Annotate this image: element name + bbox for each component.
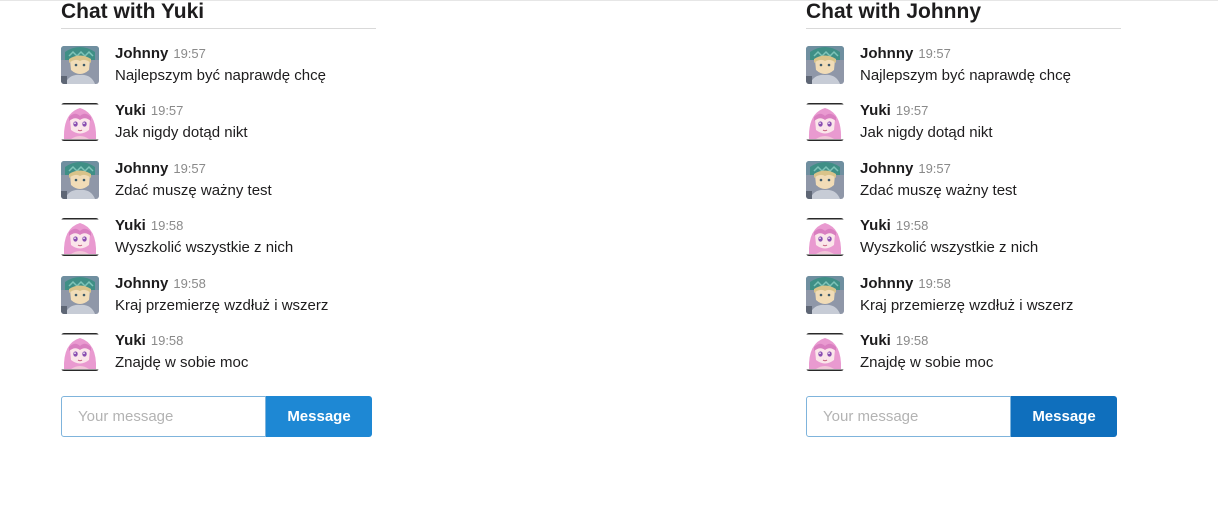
message-item: Yuki 19:58 Znajdę w sobie moc: [61, 332, 376, 389]
message-text: Znajdę w sobie moc: [860, 353, 994, 371]
message-item: Johnny 19:57 Najlepszym być naprawdę chcę: [806, 45, 1121, 102]
johnny-avatar-icon: [61, 160, 99, 199]
message-time: 19:57: [173, 46, 206, 61]
johnny-avatar-icon: [61, 275, 99, 314]
message-time: 19:58: [895, 332, 929, 348]
message-author: Johnny: [115, 274, 169, 292]
message-author: Johnny: [860, 45, 914, 62]
message-text: Najlepszym być naprawdę chcę: [115, 67, 326, 84]
message-text: Kraj przemierzę wzdłuż i wszerz: [115, 296, 329, 314]
message-author: Johnny: [115, 45, 169, 62]
message-text: Znajdę w sobie moc: [115, 353, 249, 371]
message-author: Yuki: [115, 331, 146, 349]
johnny-avatar-icon: [806, 160, 844, 199]
message-time: 19:58: [895, 218, 929, 234]
message-time: 19:58: [918, 275, 951, 291]
message-text: Jak nigdy dotąd nikt: [115, 124, 248, 142]
message-text: Jak nigdy dotąd nikt: [860, 124, 993, 142]
message-item: Yuki 19:58 Wyszkolić wszystkie z nich: [806, 217, 1121, 274]
message-time: 19:58: [150, 218, 184, 234]
message-item: Yuki 19:57 Jak nigdy dotąd nikt: [806, 102, 1121, 159]
message-item: Yuki 19:57 Jak nigdy dotąd nikt: [61, 102, 376, 159]
chat-title: Chat with Yuki: [61, 0, 376, 29]
message-time: 19:58: [150, 332, 184, 348]
message-author: Yuki: [860, 217, 891, 235]
yuki-avatar-icon: [806, 332, 844, 371]
chat-panel-yuki: Chat with Yuki Johnny 19:57 Najlepszym by…: [61, 0, 376, 437]
message-list: Johnny 19:57 Najlepszym być naprawdę chcę…: [61, 45, 376, 389]
message-list: Johnny 19:57 Najlepszym być naprawdę chcę…: [806, 45, 1121, 389]
message-item: Yuki 19:58 Znajdę w sobie moc: [806, 332, 1121, 389]
message-composer: Message: [61, 396, 381, 437]
message-author: Yuki: [860, 331, 891, 349]
yuki-avatar-icon: [61, 103, 99, 142]
johnny-avatar-icon: [806, 275, 844, 314]
message-text: Wyszkolić wszystkie z nich: [115, 239, 294, 257]
johnny-avatar-icon: [61, 46, 99, 84]
message-author: Johnny: [860, 274, 914, 292]
message-text: Zdać muszę ważny test: [115, 181, 272, 199]
message-time: 19:57: [150, 103, 184, 119]
message-item: Johnny 19:57 Zdać muszę ważny test: [806, 160, 1121, 217]
message-time: 19:57: [918, 160, 951, 176]
message-input[interactable]: [61, 396, 266, 437]
message-time: 19:57: [918, 46, 951, 61]
yuki-avatar-icon: [806, 103, 844, 142]
message-time: 19:58: [173, 275, 206, 291]
message-time: 19:57: [895, 103, 929, 119]
message-author: Yuki: [115, 102, 146, 120]
message-text: Wyszkolić wszystkie z nich: [860, 239, 1039, 257]
johnny-avatar-icon: [806, 46, 844, 84]
message-author: Yuki: [115, 217, 146, 235]
send-message-button[interactable]: Message: [266, 396, 372, 437]
chat-title: Chat with Johnny: [806, 0, 1121, 29]
message-author: Johnny: [860, 159, 914, 177]
message-item: Johnny 19:57 Zdać muszę ważny test: [61, 160, 376, 217]
message-item: Johnny 19:57 Najlepszym być naprawdę chcę: [61, 45, 376, 102]
message-time: 19:57: [173, 160, 206, 176]
message-author: Yuki: [860, 102, 891, 120]
message-text: Kraj przemierzę wzdłuż i wszerz: [860, 296, 1074, 314]
yuki-avatar-icon: [61, 218, 99, 257]
send-message-button[interactable]: Message: [1011, 396, 1117, 437]
message-item: Johnny 19:58 Kraj przemierzę wzdłuż i wsz…: [61, 275, 376, 332]
yuki-avatar-icon: [806, 218, 844, 257]
message-text: Zdać muszę ważny test: [860, 181, 1017, 199]
chat-panel-johnny: Chat with Johnny Johnny 19:57 Najlepszym …: [806, 0, 1121, 437]
message-item: Yuki 19:58 Wyszkolić wszystkie z nich: [61, 217, 376, 274]
message-text: Najlepszym być naprawdę chcę: [860, 67, 1071, 84]
message-input[interactable]: [806, 396, 1011, 437]
yuki-avatar-icon: [61, 332, 99, 371]
message-composer: Message: [806, 396, 1126, 437]
message-item: Johnny 19:58 Kraj przemierzę wzdłuż i wsz…: [806, 275, 1121, 332]
message-author: Johnny: [115, 159, 169, 177]
